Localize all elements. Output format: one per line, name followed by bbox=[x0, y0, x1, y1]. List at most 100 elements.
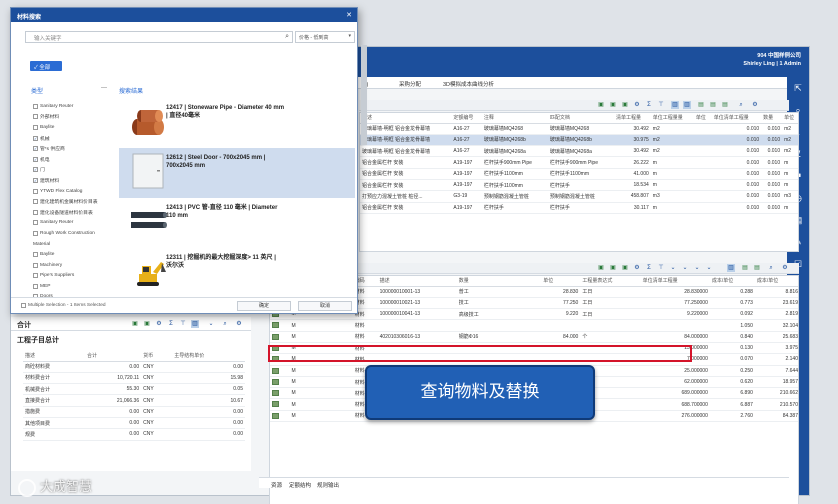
category-item[interactable]: 建化建筑机金属材料价目表 bbox=[33, 196, 117, 207]
column-header[interactable]: 工程量表达式 bbox=[580, 276, 641, 287]
tab-3d-cost-curve[interactable]: 3D模拟成本曲线分析 bbox=[443, 80, 494, 88]
result-item[interactable]: 12417 | Stoneware Pipe - Diameter 40 mm |… bbox=[119, 98, 355, 148]
grid-icon[interactable]: ▤ bbox=[709, 101, 717, 109]
tab-quota-structure[interactable]: 定额结构 bbox=[289, 481, 311, 489]
category-checkbox[interactable] bbox=[33, 252, 38, 258]
collapse-icon[interactable]: — bbox=[101, 85, 107, 91]
category-item[interactable]: Sanitary Reuter bbox=[33, 218, 117, 229]
column-header[interactable]: 描述 bbox=[23, 351, 86, 362]
result-item[interactable]: 12311 | 挖掘机的最大挖掘深度> 11 英尺 | 沃尔沃 bbox=[119, 248, 355, 298]
category-item[interactable]: Baylite bbox=[33, 249, 117, 260]
grid-icon[interactable]: ▤ bbox=[741, 264, 749, 272]
table-row[interactable]: 铝合金属栏杆 安装 A19-197 栏杆扶手1100mm 栏杆扶手1100mm 41.0… bbox=[360, 168, 798, 180]
column-header[interactable]: 货币 bbox=[141, 351, 173, 362]
dialog-scrollbar[interactable] bbox=[361, 45, 367, 145]
category-checkbox[interactable] bbox=[33, 209, 38, 215]
category-checkbox[interactable]: ✓ bbox=[33, 156, 38, 162]
category-checkbox[interactable] bbox=[33, 220, 38, 226]
table-row[interactable]: 材料费合计 10,720.11 CNY 15.98 bbox=[23, 372, 245, 385]
category-checkbox[interactable] bbox=[33, 114, 38, 120]
category-item[interactable]: ✓ 建筑材料 bbox=[33, 175, 117, 186]
category-checkbox[interactable]: ✓ bbox=[33, 146, 38, 152]
category-checkbox[interactable]: ✓ bbox=[33, 167, 38, 173]
ok-button[interactable]: 确定 bbox=[237, 301, 291, 311]
category-checkbox[interactable]: ✓ bbox=[33, 135, 38, 141]
table-row[interactable]: 玻璃幕墙-明框 铝合金龙骨幕墙 A16-27 玻璃幕墙MQ4268a 玻璃幕墙MQ42… bbox=[360, 145, 798, 158]
search-icon[interactable]: ⌕ bbox=[737, 101, 745, 109]
tab-rule-output[interactable]: 规则输出 bbox=[317, 481, 339, 489]
category-item[interactable]: ✓ 门 bbox=[33, 165, 117, 176]
category-item[interactable]: Rough Work Construction bbox=[33, 228, 117, 239]
column-header[interactable]: 定额编号 bbox=[451, 113, 482, 124]
table-row[interactable]: 铝合金属栏杆 安装 A19-197 栏杆扶手 栏杆扶手 30.117 m 0.010 0.01… bbox=[360, 202, 798, 214]
column-header[interactable]: 单位 bbox=[782, 113, 798, 124]
category-checkbox[interactable] bbox=[33, 103, 38, 109]
copy-icon[interactable]: ▣ bbox=[621, 264, 629, 272]
add-row-icon[interactable]: ▣ bbox=[597, 264, 605, 272]
move-down-icon[interactable]: ⌄ bbox=[669, 264, 677, 272]
table-row[interactable]: M 材料 402010306016-13 钢筋Φ16 84.000 个 84.000000 0… bbox=[270, 331, 798, 343]
category-item[interactable]: 建化设备隧道材料价目表 bbox=[33, 207, 117, 218]
all-filter-button[interactable]: ✓ 全部 bbox=[30, 61, 62, 71]
multi-select-checkbox[interactable] bbox=[21, 303, 26, 308]
column-header[interactable]: 描述 bbox=[377, 276, 457, 287]
category-item[interactable]: Baylite bbox=[33, 122, 117, 133]
table-row[interactable]: 机械费合计 55.30 CNY 0.05 bbox=[23, 383, 245, 396]
sort-select[interactable]: 价格 - 低到高 ▾ bbox=[295, 31, 355, 43]
search-icon[interactable]: ⌕ bbox=[767, 264, 775, 272]
view-mode-icon[interactable]: ▥ bbox=[191, 320, 199, 328]
category-checkbox[interactable]: ✓ bbox=[33, 177, 38, 183]
move-icon[interactable]: ⌄ bbox=[207, 320, 215, 328]
column-header[interactable]: 数量 bbox=[456, 276, 542, 287]
category-checkbox[interactable] bbox=[33, 230, 38, 236]
filter-icon[interactable]: ⊤ bbox=[657, 101, 665, 109]
search-icon[interactable]: ⌕ bbox=[285, 33, 289, 41]
column-header[interactable]: 注释 bbox=[481, 113, 548, 124]
column-header[interactable]: 单位清单工程量 bbox=[640, 276, 710, 287]
category-item[interactable]: MEP bbox=[33, 281, 117, 292]
column-header[interactable]: 主导结构单价 bbox=[172, 351, 245, 362]
category-item[interactable]: Sanitary Reuter bbox=[33, 101, 117, 112]
sum-icon[interactable]: Σ bbox=[645, 101, 653, 109]
category-item[interactable]: ✓ 机械 bbox=[33, 133, 117, 144]
column-header[interactable]: 成本/单位 bbox=[754, 276, 798, 287]
expand-icon[interactable]: ⌄ bbox=[705, 264, 713, 272]
category-item[interactable]: ✓ 管*s 供应商 bbox=[33, 143, 117, 154]
table-row[interactable]: 措施费 0.00 CNY 0.00 bbox=[23, 406, 245, 418]
table-row[interactable]: 规费 0.00 CNY 0.00 bbox=[23, 428, 245, 441]
user-info[interactable]: 904 中国样例公司 Shirley Ling | 1 Admin bbox=[743, 52, 801, 68]
grid-icon[interactable]: ▤ bbox=[753, 264, 761, 272]
column-header[interactable]: 单位 bbox=[541, 276, 581, 287]
column-header[interactable]: 单位 bbox=[693, 113, 712, 124]
material-search-input[interactable]: 输入关键字 ⌕ bbox=[25, 31, 293, 43]
tab-resources[interactable]: 资源 bbox=[271, 481, 282, 489]
settings-icon[interactable]: ⚙ bbox=[633, 264, 641, 272]
category-item[interactable]: Pipe's Suppliers bbox=[33, 271, 117, 282]
table-row[interactable]: 商砼材料费 0.00 CNY 0.00 bbox=[23, 361, 245, 373]
category-item[interactable]: Material bbox=[33, 239, 117, 250]
category-checkbox[interactable] bbox=[33, 199, 38, 205]
tab-procurement[interactable]: 采购分配 bbox=[399, 80, 421, 88]
grid-icon[interactable]: ▤ bbox=[697, 101, 705, 109]
category-checkbox[interactable] bbox=[33, 273, 38, 279]
column-header[interactable]: 成本/单位 bbox=[709, 276, 755, 287]
column-header[interactable]: 单位工程量量 bbox=[650, 113, 694, 124]
category-checkbox[interactable] bbox=[33, 124, 38, 130]
category-checkbox[interactable] bbox=[33, 283, 38, 289]
category-item[interactable]: YTWD Flex Catalog bbox=[33, 186, 117, 197]
view-mode-icon[interactable]: ▥ bbox=[671, 101, 679, 109]
share-icon[interactable]: ⇱ bbox=[787, 77, 809, 99]
filter-icon[interactable]: ⊤ bbox=[657, 264, 665, 272]
table-row[interactable]: 玻璃幕墙-明框 铝合金龙骨幕墙 A16-27 玻璃幕墙MQ4268 玻璃幕墙MQ426… bbox=[360, 123, 798, 135]
move-icon[interactable]: ⌄ bbox=[693, 264, 701, 272]
add-row-icon[interactable]: ▣ bbox=[597, 101, 605, 109]
column-header[interactable]: 合计 bbox=[85, 351, 142, 362]
table-row[interactable]: M 材料 1.050 32.104 bbox=[270, 319, 798, 332]
copy-icon[interactable]: ▣ bbox=[143, 320, 151, 328]
insert-icon[interactable]: ▣ bbox=[609, 264, 617, 272]
column-header[interactable]: 清单工程量 bbox=[613, 113, 651, 124]
settings-icon[interactable]: ⚙ bbox=[155, 320, 163, 328]
column-header[interactable]: 数量 bbox=[761, 113, 783, 124]
table-row[interactable]: 打预应力混凝土管桩 桩径... G3-19 预制钢筋混凝土管桩 预制钢筋混凝土管桩 45… bbox=[360, 190, 798, 203]
table-row[interactable]: 直接费合计 21,066.36 CNY 10.67 bbox=[23, 394, 245, 407]
